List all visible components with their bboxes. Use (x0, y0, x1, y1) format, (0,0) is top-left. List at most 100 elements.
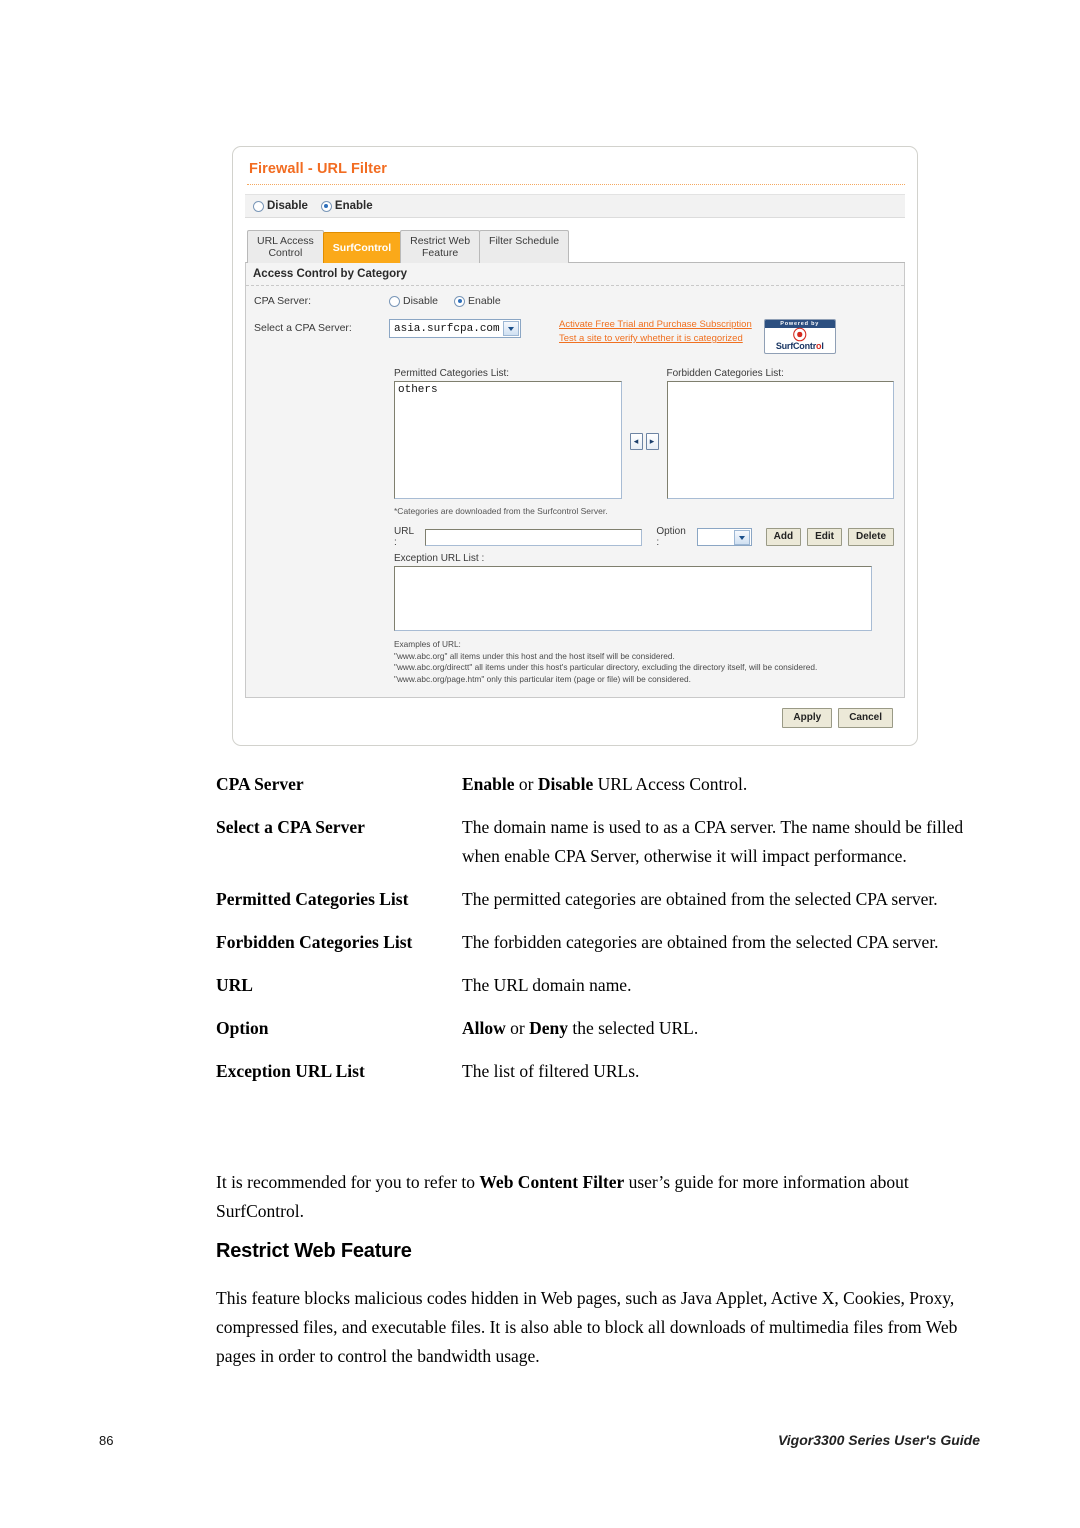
radio-cpa-disable[interactable]: Disable (389, 295, 438, 307)
exception-url-list-label: Exception URL List : (394, 553, 485, 564)
cancel-button[interactable]: Cancel (838, 708, 893, 728)
definition-term: Select a CPA Server (216, 817, 365, 837)
move-left-button[interactable]: ◂ (629, 432, 643, 450)
definition-description: Enable or Disable URL Access Control. (462, 770, 986, 799)
tab-url-access-control[interactable]: URL Access Control (247, 230, 324, 263)
radio-cpa-enable-label: Enable (468, 295, 501, 307)
url-examples-heading: Examples of URL: (394, 639, 461, 649)
radio-enable-urlfilter-label: Enable (334, 200, 373, 212)
plain-text: The forbidden categories are obtained fr… (462, 932, 939, 952)
radio-enable-urlfilter[interactable]: Enable (320, 200, 373, 212)
footer-guide-title: Vigor3300 Series User's Guide (777, 1432, 980, 1448)
link-activate-free-trial[interactable]: Activate Free Trial and Purchase Subscri… (559, 319, 752, 331)
tab-restrict-web-feature-line1: Restrict Web (410, 235, 471, 247)
list-item[interactable]: others (398, 384, 618, 396)
exception-url-list-textarea[interactable] (394, 566, 872, 631)
apply-button[interactable]: Apply (782, 708, 833, 728)
surfcontrol-logo: Powered by ⦿ SurfControl (763, 319, 836, 354)
tab-surfcontrol[interactable]: SurfControl (322, 232, 402, 263)
url-label: URL : (394, 526, 414, 548)
url-examples: Examples of URL: "www.abc.org" all items… (394, 639, 894, 685)
radio-disable-urlfilter-label: Disable (267, 200, 308, 212)
radio-cpa-disable-label: Disable (403, 295, 439, 307)
tab-filter-schedule[interactable]: Filter Schedule (479, 230, 570, 263)
move-right-button[interactable]: ▸ (645, 432, 659, 450)
emphasis-text: Deny (529, 1018, 568, 1038)
emphasis-text: Disable (537, 774, 594, 794)
tab-restrict-web-feature[interactable]: Restrict Web Feature (400, 230, 481, 263)
add-button[interactable]: Add (765, 528, 802, 546)
plain-text: The permitted categories are obtained fr… (462, 889, 938, 909)
delete-button[interactable]: Delete (847, 528, 894, 546)
recommend-paragraph: It is recommended for you to refer to We… (216, 1168, 976, 1226)
surfcontrol-links: Activate Free Trial and Purchase Subscri… (559, 319, 752, 345)
tab-url-access-control-line1: URL Access (257, 235, 314, 247)
radio-disable-urlfilter[interactable]: Disable (253, 200, 308, 212)
forbidden-categories-label: Forbidden Categories List: (666, 368, 784, 379)
select-cpa-server-row: Select a CPA Server: asia.surfcpa.com Ac… (254, 319, 894, 354)
move-buttons: ◂ ▸ (629, 382, 659, 500)
url-example-line: "www.abc.org/page.htm" only this particu… (394, 673, 691, 684)
cpa-server-select[interactable]: asia.surfcpa.com (389, 319, 521, 338)
definition-row: Option Allow or Deny the selected URL. (216, 1014, 986, 1043)
definition-description: The URL domain name. (462, 971, 986, 1000)
url-filter-master-switch: Disable Enable (245, 194, 905, 218)
permitted-categories-label: Permitted Categories List: (394, 368, 510, 379)
emphasis-text: Web Content Filter (479, 1172, 625, 1192)
forbidden-categories-listbox[interactable] (666, 381, 894, 499)
page-number: 86 (99, 1433, 114, 1448)
plain-text: or (514, 774, 538, 794)
emphasis-text: Allow (462, 1018, 506, 1038)
surfcontrol-swirl-icon: ⦿ (792, 327, 807, 343)
url-entry-row: URL : Option : Add Edit Delete (394, 526, 894, 548)
radio-circle-disable-icon (253, 200, 264, 212)
cpa-server-row: CPA Server: Disable Enable (254, 295, 894, 307)
definition-row: Permitted Categories List The permitted c… (216, 885, 986, 914)
definition-term: Exception URL List (216, 1061, 365, 1081)
plain-text: The domain name is used to as a CPA serv… (462, 817, 964, 866)
categories-source-note: *Categories are downloaded from the Surf… (394, 506, 608, 516)
tab-strip-filler (568, 261, 905, 263)
surfcontrol-wordmark-left: SurfContr (775, 341, 817, 351)
plain-text: The URL domain name. (462, 975, 632, 995)
url-input[interactable] (424, 528, 643, 546)
section-heading-restrict-web-feature: Restrict Web Feature (216, 1240, 412, 1262)
option-label: Option : (656, 526, 686, 548)
definition-term: URL (216, 975, 253, 995)
definition-term: CPA Server (216, 774, 304, 794)
forbidden-categories-column: Forbidden Categories List: (666, 368, 894, 499)
restrict-web-feature-paragraph: This feature blocks malicious codes hidd… (216, 1288, 958, 1366)
definition-row: Forbidden Categories List The forbidden c… (216, 928, 986, 957)
select-cpa-server-label: Select a CPA Server: (254, 322, 352, 334)
radio-circle-cpa-disable-icon (389, 295, 400, 307)
link-test-a-site[interactable]: Test a site to verify whether it is cate… (559, 333, 752, 345)
surfcontrol-wordmark-right: l (821, 341, 824, 351)
permitted-categories-listbox[interactable]: others (394, 381, 622, 499)
definition-row: Exception URL List The list of filtered U… (216, 1057, 986, 1086)
radio-circle-enable-icon (320, 200, 332, 212)
definition-term: Option (216, 1018, 269, 1038)
definition-description: Allow or Deny the selected URL. (462, 1014, 986, 1043)
title-divider (247, 184, 905, 185)
plain-text: or (505, 1018, 530, 1038)
plain-text: the selected URL. (567, 1018, 699, 1038)
page-title: Firewall - URL Filter (249, 161, 387, 177)
definition-description: The forbidden categories are obtained fr… (462, 928, 986, 957)
radio-cpa-enable[interactable]: Enable (454, 295, 501, 307)
plain-text: It is recommended for you to refer to (216, 1172, 480, 1192)
category-dual-list: Permitted Categories List: others ◂ ▸ Fo… (254, 368, 894, 500)
chevron-down-icon (733, 530, 750, 545)
option-select[interactable] (696, 528, 752, 546)
definition-term: Forbidden Categories List (216, 932, 413, 952)
url-example-line: "www.abc.org/directt" all items under th… (394, 662, 818, 672)
cpa-server-select-value: asia.surfcpa.com (394, 322, 500, 335)
definition-term: Permitted Categories List (216, 889, 409, 909)
tab-surfcontrol-label: SurfControl (332, 242, 392, 254)
emphasis-text: Enable (462, 774, 515, 794)
router-web-ui-screenshot: Firewall - URL Filter Disable Enable URL… (232, 146, 918, 746)
url-example-line: "www.abc.org" all items under this host … (394, 650, 675, 661)
definition-description: The permitted categories are obtained fr… (462, 885, 986, 914)
plain-text: The list of filtered URLs. (462, 1061, 640, 1081)
filter-tabs: URL Access Control SurfControl Restrict … (245, 230, 905, 263)
edit-button[interactable]: Edit (807, 528, 842, 546)
